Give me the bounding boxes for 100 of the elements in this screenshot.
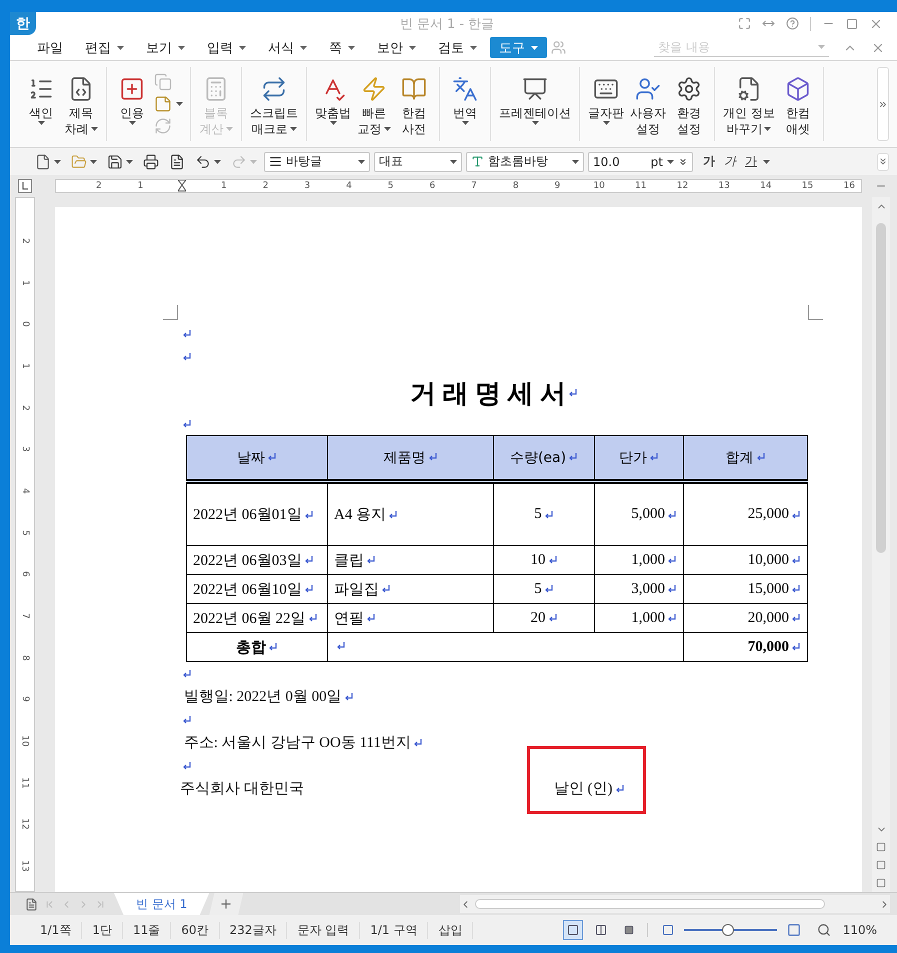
document-tab[interactable]: 빈 문서 1 <box>114 893 210 915</box>
width-view-icon <box>594 924 607 936</box>
paragraph-mark-icon <box>388 510 398 520</box>
ribbon-button[interactable]: 개인 정보 바꾸기 <box>720 73 778 137</box>
paragraph-mark-icon <box>182 418 192 428</box>
help-icon[interactable] <box>786 17 799 30</box>
ribbon-button[interactable]: 색인 <box>21 73 61 125</box>
ruler-number: 13 <box>718 181 730 191</box>
scroll-thumb[interactable] <box>876 223 886 553</box>
table-cell: 10 <box>494 546 594 574</box>
lines-icon <box>269 155 282 168</box>
paragraph-mark-icon <box>304 555 314 565</box>
ruler-number: 1 <box>138 181 144 191</box>
table-cell: 연필 <box>328 604 494 632</box>
ruler-number: 1 <box>20 363 30 369</box>
ribbon-button[interactable]: 맞춤법 <box>312 73 354 125</box>
page-view-icon <box>566 924 579 936</box>
plus-square-icon <box>119 76 145 102</box>
indent-marker-icon[interactable] <box>178 180 186 192</box>
status-item: 1/1 구역 <box>360 922 428 938</box>
search-icon[interactable] <box>816 923 831 937</box>
chevrons-down-icon <box>878 156 888 167</box>
slider-thumb[interactable] <box>722 924 734 936</box>
font-icon <box>471 155 484 168</box>
outline-select[interactable]: 대표 <box>374 152 462 172</box>
ribbon-button[interactable]: 글자판 <box>585 73 627 125</box>
fullscreen-icon[interactable] <box>738 17 751 30</box>
presentation-icon <box>522 76 548 102</box>
char-style-button[interactable]: 가 <box>721 153 739 170</box>
caret-icon <box>572 160 579 164</box>
paragraph-mark-icon <box>544 584 554 594</box>
ruler-number: 0 <box>20 321 30 328</box>
new-document-icon <box>35 154 51 170</box>
table-cell: 2022년 06월01일 <box>186 482 328 546</box>
char-style-button[interactable]: 가 <box>700 153 718 170</box>
horizontal-scrollbar[interactable] <box>460 895 890 913</box>
font-select[interactable]: 함초롬바탕 <box>466 152 584 172</box>
header-cell: 단가 <box>594 436 684 482</box>
ruler-number: 2 <box>262 181 268 191</box>
font-size-field[interactable]: 10.0 pt <box>588 152 693 172</box>
copy-icon <box>154 73 172 91</box>
ribbon-button[interactable]: 한컴 애셋 <box>778 73 818 137</box>
add-tab-button[interactable] <box>209 893 244 915</box>
table-cell: 2022년 06월03일 <box>186 546 328 574</box>
expand-button[interactable] <box>877 152 889 170</box>
status-item: 1단 <box>82 922 123 938</box>
ribbon-button[interactable]: 인용 <box>112 73 152 125</box>
paragraph-mark-icon <box>544 510 554 520</box>
char-style-button[interactable]: 가 <box>742 153 760 170</box>
caret-icon <box>763 160 770 164</box>
scroll-thumb[interactable] <box>475 899 825 909</box>
ruler-number: 11 <box>20 777 30 788</box>
view-mode-button[interactable] <box>562 920 583 940</box>
ruler-number: 9 <box>554 181 560 191</box>
ruler-number: 3 <box>304 181 310 191</box>
tab-stop-icon[interactable] <box>18 179 32 193</box>
paragraph: 주소: 서울시 강남구 OO동 111번지 <box>182 734 411 752</box>
ribbon-button[interactable]: 한컴 사전 <box>394 73 434 137</box>
menu-item[interactable]: 편집 <box>76 37 133 58</box>
ribbon-button[interactable]: 제목 차례 <box>61 73 101 137</box>
ruler-number: 5 <box>20 530 30 536</box>
style-select[interactable]: 바탕글 <box>264 152 370 172</box>
menu-item[interactable]: 보안 <box>368 37 425 58</box>
paragraph-mark-icon <box>267 452 277 462</box>
paragraph-mark-icon <box>304 510 314 520</box>
redo-icon <box>231 154 247 170</box>
caret-icon <box>818 45 825 49</box>
menu-item[interactable]: 검토 <box>429 37 486 58</box>
crop-mark <box>163 305 178 320</box>
table-cell: 25,000 <box>684 482 808 546</box>
ruler-number: 15 <box>802 181 814 191</box>
note-icon <box>154 95 172 113</box>
paragraph-mark-icon <box>548 555 558 565</box>
table-cell: 파일집 <box>328 574 494 604</box>
menu-item[interactable]: 서식 <box>259 37 316 58</box>
table-cell: 3,000 <box>594 574 684 604</box>
undo-icon <box>195 154 211 170</box>
menu-item[interactable]: 보기 <box>137 37 194 58</box>
ribbon-button[interactable]: 번역 <box>445 73 485 125</box>
menu-item[interactable]: 도구 <box>490 37 547 58</box>
ruler-number: 10 <box>20 735 30 747</box>
ribbon-button[interactable]: 스크립트 매크로 <box>247 73 301 137</box>
header-cell: 수량(ea) <box>494 436 594 482</box>
caret-icon <box>358 160 365 164</box>
maximize-icon[interactable] <box>846 18 858 30</box>
ribbon-button[interactable]: 사용자 설정 <box>627 73 669 137</box>
translate-icon <box>452 76 478 102</box>
ruler-number: 4 <box>20 488 30 494</box>
lightning-icon <box>361 76 387 102</box>
paragraph-mark-icon <box>308 613 318 623</box>
menu-item[interactable]: 파일 <box>28 37 72 58</box>
ribbon-button[interactable]: 빠른 교정 <box>354 73 394 137</box>
ruler-number: 3 <box>20 446 30 452</box>
document-icon[interactable] <box>25 898 38 910</box>
table-cell: 10,000 <box>684 546 808 574</box>
menu-item[interactable]: 입력 <box>198 37 255 58</box>
ribbon-button[interactable]: 프레젠테이션 <box>496 73 574 125</box>
menu-item[interactable]: 쪽 <box>320 37 364 58</box>
ribbon-button[interactable]: 환경 설정 <box>669 73 709 137</box>
vertical-scrollbar[interactable] <box>872 197 890 892</box>
